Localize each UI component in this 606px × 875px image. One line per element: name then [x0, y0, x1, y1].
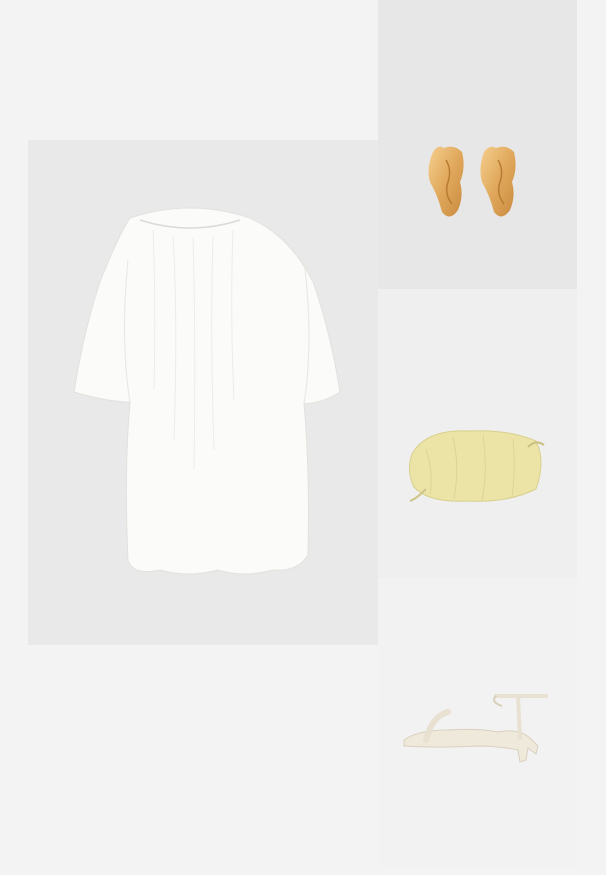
- gold-earrings-image: [428, 146, 516, 217]
- earrings-product-tile[interactable]: [378, 0, 577, 289]
- heeled-sandal-image: [403, 694, 548, 763]
- sandal-product-tile[interactable]: [378, 578, 577, 867]
- bag-product-tile[interactable]: [378, 289, 577, 578]
- dress-product-tile[interactable]: [28, 140, 378, 645]
- white-dress-image: [73, 207, 341, 575]
- clutch-bag-image: [408, 430, 545, 502]
